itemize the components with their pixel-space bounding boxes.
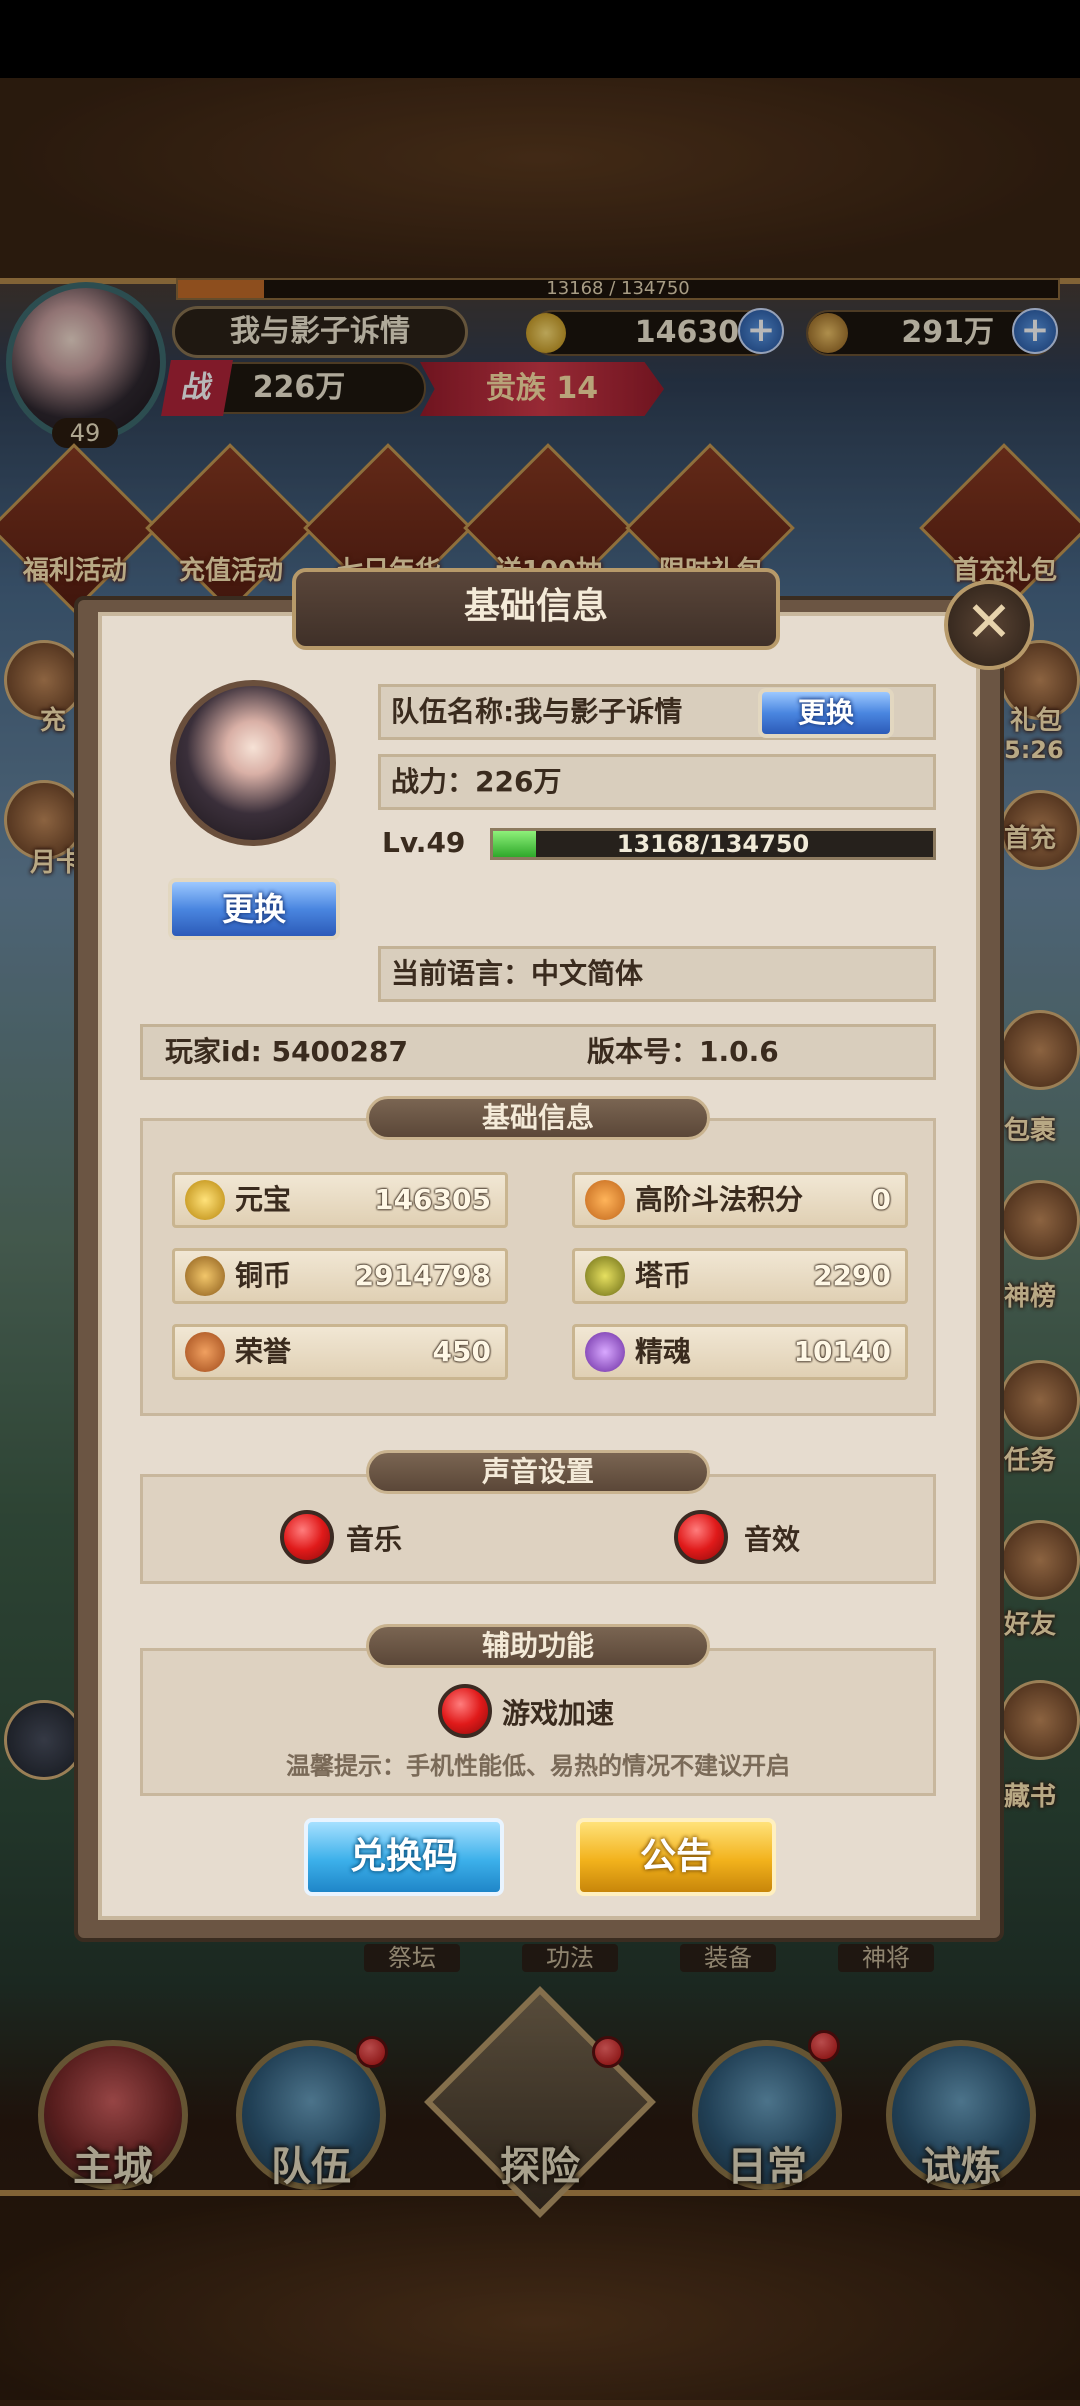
resource-copper: 铜币 2914798 (172, 1248, 508, 1304)
arena-medal-icon (585, 1180, 625, 1220)
resource-ingot: 元宝 146305 (172, 1172, 508, 1228)
close-button[interactable]: ✕ (944, 580, 1034, 670)
resource-arena-points: 高阶斗法积分 0 (572, 1172, 908, 1228)
resource-value: 0 (871, 1183, 891, 1216)
soul-essence-icon (585, 1332, 625, 1372)
status-bar (0, 0, 1080, 78)
honor-icon (185, 1332, 225, 1372)
redeem-code-button[interactable]: 兑换码 (304, 1818, 504, 1896)
id-version-row: 玩家id: 5400287 版本号：1.0.6 (140, 1024, 936, 1080)
speedup-label: 游戏加速 (502, 1697, 615, 1730)
change-avatar-button[interactable]: 更换 (168, 878, 340, 940)
close-icon: ✕ (965, 590, 1013, 655)
resource-value: 2914798 (354, 1259, 491, 1292)
announcement-button[interactable]: 公告 (576, 1818, 776, 1896)
power-row: 战力：226万 (378, 754, 936, 810)
version-label: 版本号：1.0.6 (587, 1035, 779, 1068)
team-name-label: 队伍名称:我与影子诉情 (391, 695, 683, 728)
resource-name: 高阶斗法积分 (635, 1183, 804, 1216)
music-label: 音乐 (346, 1523, 403, 1556)
resource-value: 2290 (813, 1259, 891, 1292)
resource-value: 146305 (374, 1183, 491, 1216)
copper-coin-icon (185, 1256, 225, 1296)
warm-tip: 温馨提示：手机性能低、易热的情况不建议开启 (286, 1752, 790, 1780)
gold-ingot-icon (185, 1180, 225, 1220)
dialog-title: 基础信息 (463, 586, 608, 627)
assist-section-title: 辅助功能 (366, 1624, 710, 1668)
resource-honor: 荣誉 450 (172, 1324, 508, 1380)
resource-name: 元宝 (235, 1183, 292, 1216)
level-exp-text: 13168/134750 (616, 830, 810, 858)
sfx-toggle[interactable] (674, 1510, 728, 1564)
resource-name: 塔币 (635, 1259, 692, 1292)
resource-value: 450 (432, 1335, 491, 1368)
profile-avatar (170, 680, 336, 846)
rename-button[interactable]: 更换 (758, 688, 894, 738)
resource-tower-coin: 塔币 2290 (572, 1248, 908, 1304)
music-toggle[interactable] (280, 1510, 334, 1564)
resource-name: 荣誉 (235, 1335, 292, 1368)
player-id: 玩家id: 5400287 (165, 1035, 408, 1068)
language-row[interactable]: 当前语言：中文简体 (378, 946, 936, 1002)
sound-section-title: 声音设置 (366, 1450, 710, 1494)
resource-soul-essence: 精魂 10140 (572, 1324, 908, 1380)
speedup-toggle[interactable] (438, 1684, 492, 1738)
resource-name: 精魂 (635, 1335, 692, 1368)
resource-name: 铜币 (235, 1259, 292, 1292)
tower-coin-icon (585, 1256, 625, 1296)
resource-value: 10140 (793, 1335, 891, 1368)
resources-section-title: 基础信息 (366, 1096, 710, 1140)
sfx-label: 音效 (744, 1523, 801, 1556)
level-label: Lv.49 (382, 826, 466, 859)
